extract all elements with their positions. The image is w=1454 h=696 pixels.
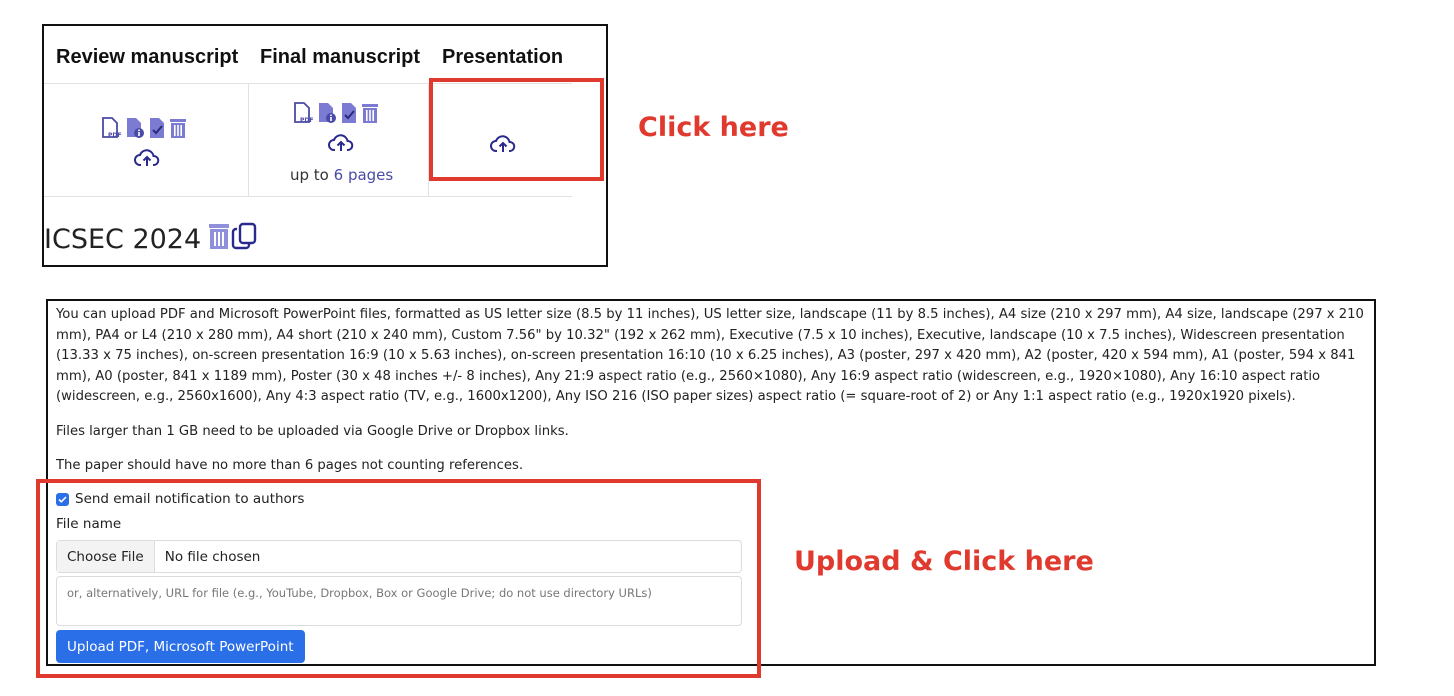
- column-header-final-manuscript: Final manuscript: [260, 46, 421, 68]
- conference-title: ICSEC 2024: [44, 224, 202, 255]
- trash-icon[interactable]: [360, 102, 380, 129]
- trash-icon[interactable]: [207, 222, 231, 257]
- column-divider: [248, 83, 249, 197]
- trash-icon[interactable]: [168, 117, 188, 144]
- click-here-annotation: Click here: [638, 112, 789, 143]
- large-files-note: Files larger than 1 GB need to be upload…: [56, 424, 569, 439]
- cloud-upload-icon[interactable]: [134, 148, 160, 168]
- file-info-icon[interactable]: [124, 117, 146, 144]
- conference-title-row: ICSEC 2024: [44, 222, 257, 257]
- column-header-presentation: Presentation: [442, 46, 564, 68]
- copy-icon[interactable]: [231, 222, 257, 257]
- page-limit-link[interactable]: 6 pages: [334, 166, 394, 184]
- page-limit-text: The paper should have no more than 6 pag…: [56, 458, 524, 473]
- page-limit-prefix: up to: [290, 166, 329, 184]
- file-check-icon[interactable]: [340, 102, 358, 129]
- svg-text:PDF: PDF: [300, 117, 313, 124]
- final-manuscript-icons: PDF: [292, 102, 380, 129]
- review-manuscript-icons: PDF: [100, 117, 188, 144]
- upload-click-here-annotation: Upload & Click here: [794, 546, 1094, 577]
- pdf-file-icon[interactable]: PDF: [100, 117, 122, 144]
- upload-highlight-box: [36, 479, 761, 678]
- supported-formats-text: You can upload PDF and Microsoft PowerPo…: [56, 307, 1364, 404]
- file-info-icon[interactable]: [316, 102, 338, 129]
- row-divider: [44, 196, 572, 197]
- column-header-review-manuscript: Review manuscript: [56, 46, 239, 68]
- page-limit-note: up to 6 pages: [290, 166, 393, 184]
- svg-text:PDF: PDF: [108, 132, 121, 139]
- file-check-icon[interactable]: [148, 117, 166, 144]
- presentation-highlight-box: [429, 78, 604, 181]
- cloud-upload-icon[interactable]: [328, 133, 354, 153]
- pdf-file-icon[interactable]: PDF: [292, 102, 314, 129]
